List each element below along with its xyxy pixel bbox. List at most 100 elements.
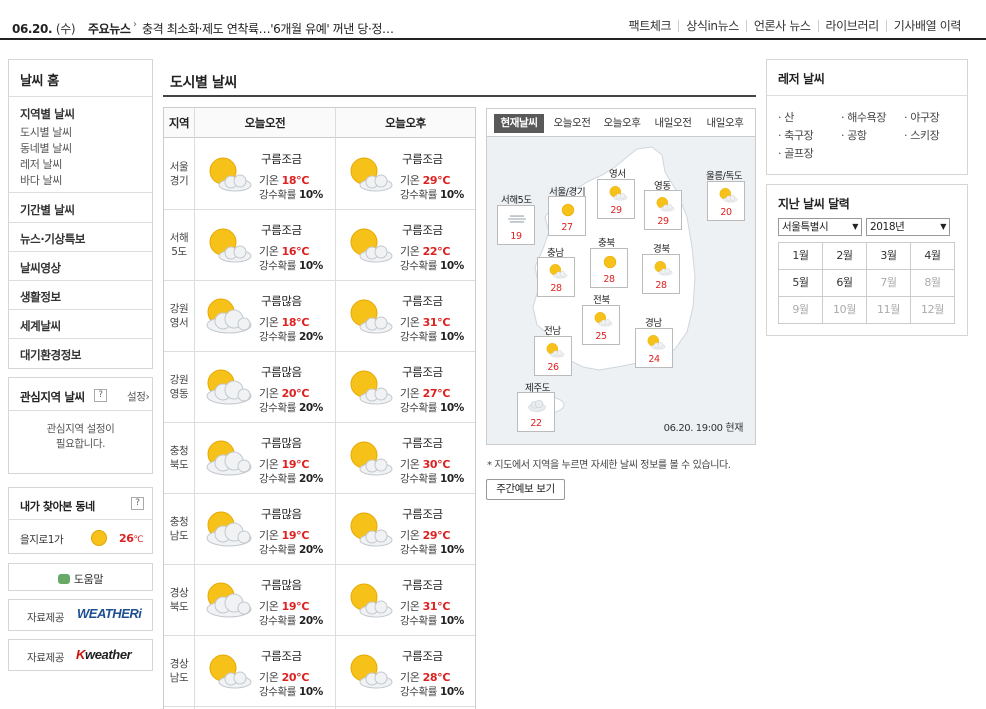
- sun-cloud-icon: [209, 228, 252, 263]
- region-name[interactable]: 충청 남도: [164, 494, 194, 564]
- tab-today-pm[interactable]: 오늘오후: [597, 114, 647, 133]
- leisure-airport[interactable]: · 공항: [841, 127, 867, 143]
- weekly-forecast-button[interactable]: 주간예보 보기: [486, 479, 565, 500]
- tab-today-am[interactable]: 오늘오전: [547, 114, 597, 133]
- map-city-name[interactable]: 전북: [593, 292, 610, 306]
- region-select[interactable]: 서울특별시 ▼: [778, 218, 862, 236]
- headline-news-label[interactable]: 주요뉴스: [88, 20, 131, 37]
- map-city-marker[interactable]: 28: [590, 248, 628, 288]
- region-name[interactable]: 서해 5도: [164, 210, 194, 280]
- nav-city-weather[interactable]: 도시별 날씨: [20, 124, 72, 140]
- year-select[interactable]: 2018년 ▼: [866, 218, 950, 236]
- month-grid: 1월 2월 3월 4월 5월 6월 7월 8월 9월 10월 11월 12월: [778, 242, 955, 324]
- help-button[interactable]: 도움말: [8, 563, 153, 591]
- sun-cloud-icon: [350, 157, 393, 192]
- map-city-name[interactable]: 충북: [598, 235, 615, 249]
- region-name[interactable]: 강원 영서: [164, 281, 194, 351]
- region-name[interactable]: 서울 경기: [164, 139, 194, 209]
- map-city-marker[interactable]: 28: [537, 257, 575, 297]
- nav-world-weather[interactable]: 세계날씨: [20, 318, 61, 334]
- region-name[interactable]: 충청 북도: [164, 423, 194, 493]
- map-city-marker[interactable]: 29: [597, 179, 635, 219]
- city-weather-icon: [644, 332, 666, 352]
- map-city-marker[interactable]: 28: [642, 254, 680, 294]
- nav-regional-weather[interactable]: 지역별 날씨: [20, 106, 75, 122]
- leisure-mountain[interactable]: · 산: [778, 109, 794, 125]
- col-header-pm: 오늘오후: [336, 108, 475, 138]
- korea-map[interactable]: 19 서해5도 27 서울/경기 29 영서 29 영동 20 울릉/독도 28 충남 28 충북…: [487, 137, 755, 444]
- tab-tomorrow-pm[interactable]: 내일오후: [699, 114, 751, 133]
- map-city-marker[interactable]: 29: [644, 190, 682, 230]
- headline-news-link[interactable]: 충격 최소화·제도 연착륙…'6개월 유예' 꺼낸 당·정…: [142, 20, 394, 37]
- leisure-beach[interactable]: · 해수욕장: [841, 109, 886, 125]
- map-city-name[interactable]: 경남: [645, 315, 662, 329]
- map-city-name[interactable]: 전남: [544, 323, 561, 337]
- sun-cloud-icon: [719, 188, 738, 203]
- forecast-temp: 기온 19℃: [259, 458, 309, 471]
- month-cell[interactable]: 4월: [911, 243, 955, 270]
- region-name[interactable]: 경상 북도: [164, 565, 194, 635]
- map-city-name[interactable]: 충남: [547, 245, 564, 259]
- month-cell: 12월: [911, 297, 955, 324]
- map-city-marker[interactable]: 24: [635, 328, 673, 368]
- map-city-marker[interactable]: 27: [548, 196, 586, 236]
- provider-label: 자료제공: [27, 652, 65, 664]
- map-city-name[interactable]: 서해5도: [501, 192, 532, 206]
- leisure-soccer[interactable]: · 축구장: [778, 127, 814, 143]
- leisure-baseball[interactable]: · 야구장: [904, 109, 940, 125]
- month-cell[interactable]: 1월: [779, 243, 823, 270]
- nav-period-weather[interactable]: 기간별 날씨: [20, 202, 75, 218]
- map-city-name[interactable]: 경북: [653, 241, 670, 255]
- map-city-marker[interactable]: 19: [497, 205, 535, 245]
- month-cell[interactable]: 5월: [779, 270, 823, 297]
- forecast-cell-pm: 구름조금 기온 22℃ 강수확률 10%: [336, 210, 476, 280]
- map-city-marker[interactable]: 22: [517, 392, 555, 432]
- nav-living-info[interactable]: 생활정보: [20, 289, 61, 305]
- press-news-link[interactable]: 언론사 뉴스: [745, 20, 818, 32]
- common-sense-news-link[interactable]: 상식in뉴스: [678, 20, 746, 32]
- leisure-golf[interactable]: · 골프장: [778, 145, 814, 161]
- chevron-right-icon: ›: [145, 391, 150, 403]
- leisure-ski[interactable]: · 스키장: [904, 127, 940, 143]
- month-cell[interactable]: 3월: [867, 243, 911, 270]
- forecast-rain: 강수확률 10%: [400, 473, 464, 485]
- month-cell[interactable]: 6월: [823, 270, 867, 297]
- map-city-name[interactable]: 울릉/독도: [706, 168, 743, 182]
- map-city-name[interactable]: 영서: [609, 166, 626, 180]
- tab-current-weather[interactable]: 현재날씨: [494, 114, 544, 133]
- help-icon[interactable]: ?: [131, 497, 144, 510]
- favorites-settings-link[interactable]: 설정›: [127, 389, 150, 404]
- map-city-name[interactable]: 서울/경기: [549, 184, 586, 198]
- map-city-marker[interactable]: 25: [582, 305, 620, 345]
- map-city-name[interactable]: 영동: [654, 178, 671, 192]
- provider-kweather[interactable]: 자료제공 Kweather: [8, 639, 153, 671]
- cloudy-sun-icon: [206, 582, 252, 618]
- map-city-marker[interactable]: 26: [534, 336, 572, 376]
- forecast-icon: [342, 652, 394, 690]
- forecast-condition: 구름많음: [261, 294, 302, 308]
- nav-news-warnings[interactable]: 뉴스·기상특보: [20, 231, 85, 247]
- nav-neighborhood-weather[interactable]: 동네별 날씨: [20, 140, 72, 156]
- factcheck-link[interactable]: 팩트체크: [622, 20, 679, 32]
- help-icon[interactable]: ?: [94, 389, 107, 402]
- city-temp: 20: [720, 207, 732, 218]
- forecast-icon: [201, 439, 253, 477]
- map-city-marker[interactable]: 20: [707, 181, 745, 221]
- region-name[interactable]: 경상 남도: [164, 636, 194, 706]
- library-link[interactable]: 라이브러리: [817, 20, 886, 32]
- weather-home-link[interactable]: 날씨 홈: [20, 70, 59, 89]
- forecast-condition: 구름조금: [402, 365, 443, 379]
- recent-place-name[interactable]: 을지로1가: [20, 532, 64, 547]
- nav-leisure-weather[interactable]: 레저 날씨: [20, 156, 62, 172]
- nav-air-quality[interactable]: 대기환경정보: [20, 347, 81, 363]
- current-date: 06.20. (수): [12, 22, 76, 36]
- forecast-icon: [342, 155, 394, 193]
- month-cell[interactable]: 2월: [823, 243, 867, 270]
- nav-sea-weather[interactable]: 바다 날씨: [20, 172, 62, 188]
- map-city-name[interactable]: 제주도: [525, 380, 550, 394]
- tab-tomorrow-am[interactable]: 내일오전: [647, 114, 699, 133]
- region-name[interactable]: 강원 영동: [164, 352, 194, 422]
- nav-weather-video[interactable]: 날씨영상: [20, 260, 61, 276]
- article-history-link[interactable]: 기사배열 이력: [885, 20, 968, 32]
- provider-weatheri[interactable]: 자료제공 WEATHERi: [8, 599, 153, 631]
